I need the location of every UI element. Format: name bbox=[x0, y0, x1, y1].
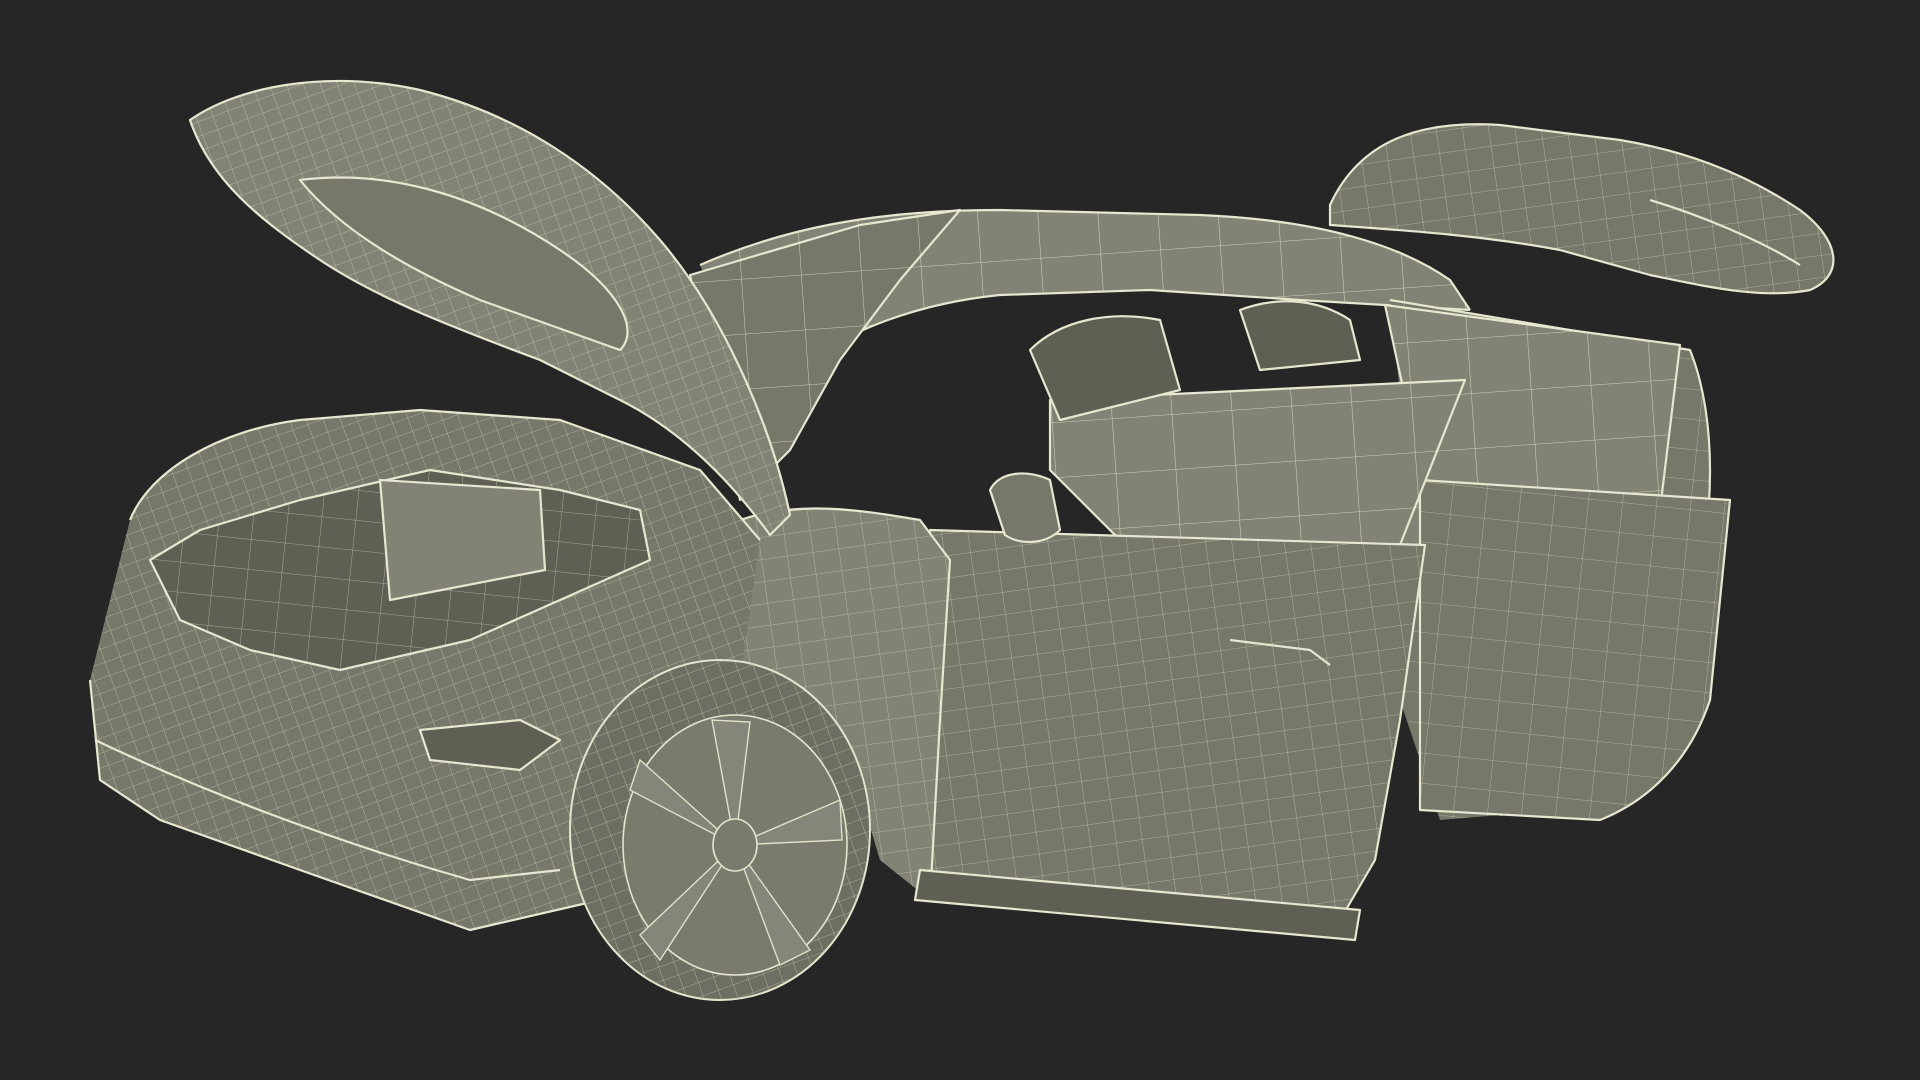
render-viewport bbox=[0, 0, 1920, 1080]
front-door bbox=[918, 378, 1467, 922]
front-wheel bbox=[569, 659, 871, 1001]
car-wireframe-render bbox=[88, 79, 1835, 1001]
